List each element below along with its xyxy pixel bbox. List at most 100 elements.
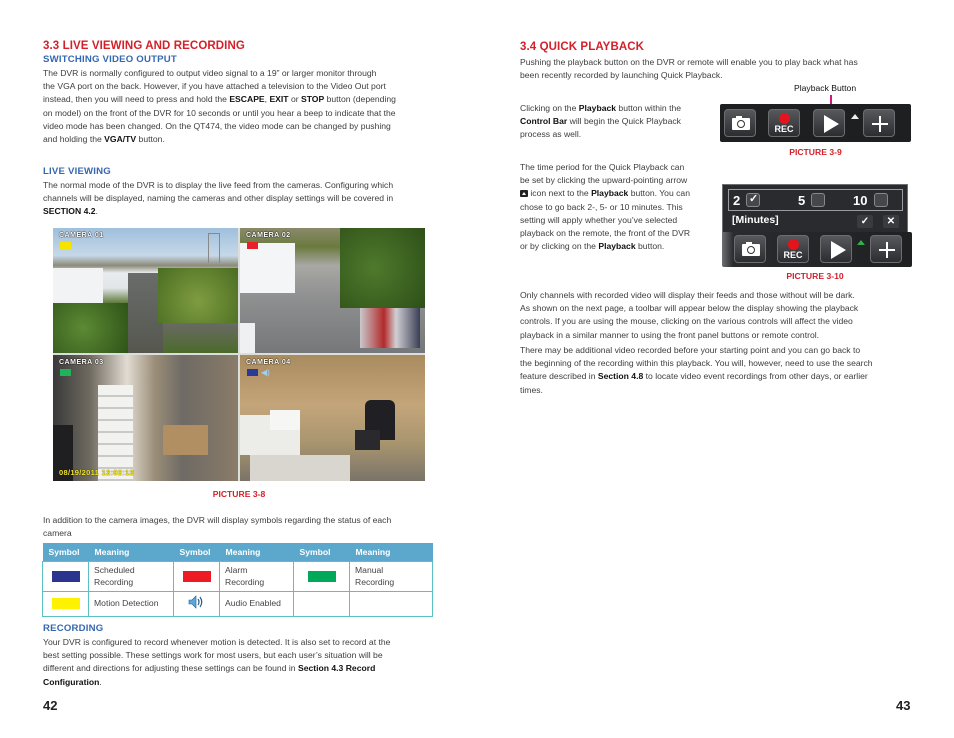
text: different and directions for adjusting t… <box>43 663 298 674</box>
text-line: or by clicking on the Playback button. <box>520 240 716 253</box>
meaning-text: Manual <box>355 564 384 575</box>
section-ref: Section 4.3 Record <box>297 663 376 674</box>
alarm-recording-status-icon <box>247 242 258 249</box>
minutes-unit-label: [Minutes] <box>732 214 779 226</box>
playback-button[interactable] <box>813 109 845 137</box>
camera-02-feed[interactable]: CAMERA 02 <box>240 228 425 353</box>
emphasis: Playback <box>578 103 617 113</box>
text: . <box>95 206 98 217</box>
snapshot-button[interactable] <box>724 109 756 137</box>
meaning-text: Recording <box>94 577 134 587</box>
text-line: controls. If you are using the mouse, cl… <box>520 316 853 327</box>
text-line: SECTION 4.2. <box>43 205 443 218</box>
text-line: playback in a similar manner to using th… <box>520 329 820 340</box>
playback-period-arrow-icon[interactable] <box>857 240 865 245</box>
text: will begin the Quick Playback <box>567 116 681 127</box>
snapshot-button[interactable] <box>734 235 766 263</box>
camera-icon <box>742 242 760 256</box>
meaning-cell <box>349 590 433 617</box>
text: or <box>288 94 301 105</box>
text-line: different and directions for adjusting t… <box>43 662 443 675</box>
motion-detection-status-icon <box>60 242 71 249</box>
text: button. <box>136 134 165 145</box>
cancel-button[interactable]: ✕ <box>883 215 899 228</box>
text: . <box>99 676 102 687</box>
confirm-button[interactable]: ✓ <box>857 215 873 228</box>
record-button[interactable]: REC <box>777 235 809 263</box>
column-header: Symbol <box>293 543 350 561</box>
stop-key-label: STOP <box>300 94 325 105</box>
live-viewing-paragraph: The normal mode of the DVR is to display… <box>43 179 443 219</box>
column-header: Symbol <box>42 543 89 561</box>
play-icon <box>831 241 846 259</box>
symbol-cell <box>42 590 89 617</box>
text-line: playback on the remote, the front of the… <box>520 228 691 239</box>
play-icon <box>824 115 839 133</box>
heading-recording: RECORDING <box>43 623 104 634</box>
playback-period-arrow-icon[interactable] <box>851 114 859 119</box>
text-line: been recently recorded by launching Quic… <box>520 70 723 81</box>
text: Clicking on the <box>520 103 579 113</box>
emphasis: Playback <box>591 188 629 199</box>
text-line: Control Bar will begin the Quick Playbac… <box>520 115 710 128</box>
quick-playback-intro: Pushing the playback button on the DVR o… <box>520 56 920 82</box>
manual-recording-swatch <box>307 570 336 582</box>
text-line: The normal mode of the DVR is to display… <box>43 180 394 190</box>
switching-paragraph: The DVR is normally configured to output… <box>43 67 443 146</box>
meaning-cell: Scheduled Recording <box>88 560 174 592</box>
option-5-checkbox[interactable] <box>811 193 825 207</box>
meaning-text: Alarm <box>225 564 248 575</box>
emphasis: Playback <box>598 241 636 252</box>
meaning-text: Recording <box>355 577 395 587</box>
text-line: There may be additional video recorded b… <box>520 345 861 355</box>
left-page: 3.3 LIVE VIEWING AND RECORDING SWITCHING… <box>0 0 477 738</box>
text-line: chose to go back 2-, 5- or 10 minutes. T… <box>520 201 683 212</box>
text-line: the beginning of the recording within th… <box>520 358 873 369</box>
control-bar-3-10: REC <box>722 232 912 267</box>
move-button[interactable] <box>863 109 895 137</box>
text-line: The time period for the Quick Playback c… <box>520 162 685 172</box>
camera-01-feed[interactable]: CAMERA 01 <box>53 228 238 353</box>
text-line: times. <box>520 384 543 395</box>
camera-04-feed[interactable]: CAMERA 04 ◀) <box>240 355 425 481</box>
symbol-cell <box>173 590 220 617</box>
text-line: best setting possible. These settings wo… <box>43 650 383 661</box>
recording-paragraph: Your DVR is configured to record wheneve… <box>43 636 443 689</box>
rec-label: REC <box>783 250 803 260</box>
camera-label: CAMERA 04 <box>246 359 291 366</box>
column-header: Meaning <box>88 543 174 561</box>
symbol-cell <box>42 560 89 592</box>
text: or by clicking on the <box>520 241 599 252</box>
picture-caption-3-10: PICTURE 3-10 <box>786 271 844 281</box>
camera-quad-view: CAMERA 01 CAMERA 02 CAMERA 03 08/19/2011… <box>53 228 425 481</box>
manual-recording-status-icon <box>60 369 71 376</box>
option-2-label: 2 <box>733 193 741 208</box>
move-button[interactable] <box>870 235 902 263</box>
rec-label: REC <box>774 124 794 134</box>
column-header: Symbol <box>173 543 220 561</box>
text: instead, then you will need to press and… <box>43 94 230 105</box>
page-number: 42 <box>43 698 58 713</box>
section-ref: SECTION 4.2 <box>43 206 96 217</box>
option-2-checkbox[interactable] <box>746 192 760 207</box>
motion-detection-swatch <box>51 598 80 609</box>
text-line: Only channels with recorded video will d… <box>520 290 855 300</box>
heading-switching-video-output: SWITCHING VIDEO OUTPUT <box>43 54 177 65</box>
section-title-3-4: 3.4 QUICK PLAYBACK <box>520 41 645 53</box>
text: button (depending <box>324 94 396 105</box>
camera-03-feed[interactable]: CAMERA 03 08/19/2011 12:02:12 <box>53 355 238 481</box>
option-10-checkbox[interactable] <box>874 193 888 207</box>
section-ref: Configuration <box>43 676 100 687</box>
section-ref: Section 4.8 <box>597 371 644 382</box>
playback-button-callout: Playback Button <box>794 83 857 93</box>
record-button[interactable]: REC <box>768 109 800 137</box>
page-number: 43 <box>896 698 911 713</box>
playback-button[interactable] <box>820 235 852 263</box>
text-line: Pushing the playback button on the DVR o… <box>520 57 858 67</box>
picture-caption-3-8: PICTURE 3-8 <box>212 489 266 499</box>
right-page: 3.4 QUICK PLAYBACK Pushing the playback … <box>477 0 954 738</box>
meaning-cell: Manual Recording <box>349 560 433 592</box>
picture-caption-3-9: PICTURE 3-9 <box>789 147 842 157</box>
additional-video-paragraph: There may be additional video recorded b… <box>520 344 930 397</box>
text-line: icon next to the Playback button. You ca… <box>520 187 716 200</box>
